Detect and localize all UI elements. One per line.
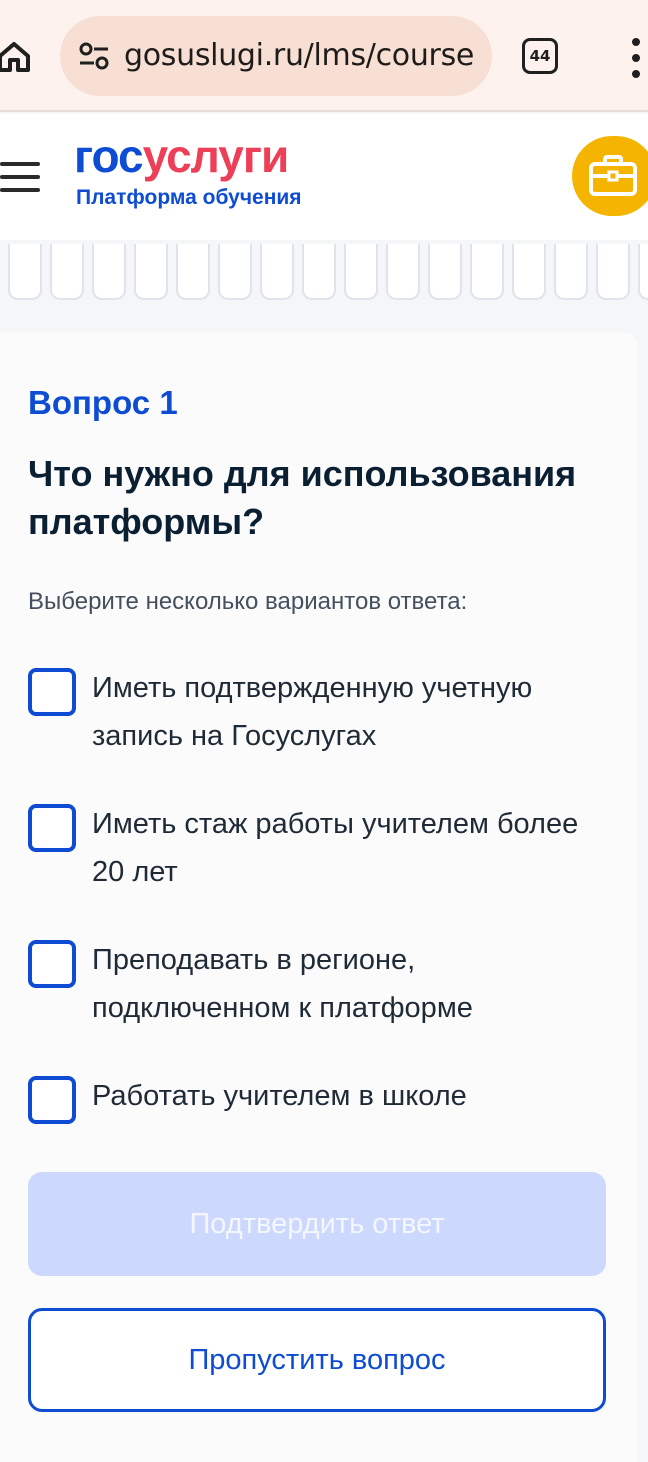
- browser-toolbar: gosuslugi.ru/lms/courses 44: [0, 0, 648, 112]
- briefcase-icon: [589, 155, 637, 196]
- answer-option-label[interactable]: Преподавать в регионе, подключенном к пл…: [92, 936, 612, 1032]
- question-progress-cell[interactable]: [470, 244, 504, 300]
- question-title: Что нужно для использования платформы?: [28, 453, 577, 542]
- answer-option-label[interactable]: Работать учителем в школе: [92, 1072, 612, 1120]
- question-progress-cell[interactable]: [512, 244, 546, 300]
- site-header: госуслуги Платформа обучения: [0, 114, 648, 240]
- question-progress-cell[interactable]: [386, 244, 420, 300]
- gosuslugi-logo[interactable]: госуслуги: [74, 130, 290, 182]
- checkbox[interactable]: [28, 1076, 76, 1124]
- checkbox[interactable]: [28, 940, 76, 988]
- question-progress-cell[interactable]: [260, 244, 294, 300]
- portfolio-button[interactable]: [572, 136, 648, 216]
- question-progress-cell[interactable]: [302, 244, 336, 300]
- question-progress-cell[interactable]: [428, 244, 462, 300]
- question-progress: [0, 240, 648, 310]
- home-icon[interactable]: [0, 36, 34, 76]
- tab-switcher-button[interactable]: 44: [522, 38, 558, 74]
- question-progress-cell[interactable]: [8, 244, 42, 300]
- question-progress-cell[interactable]: [218, 244, 252, 300]
- logo-part-2: услуги: [142, 130, 290, 182]
- question-progress-cell[interactable]: [176, 244, 210, 300]
- address-bar[interactable]: gosuslugi.ru/lms/courses: [60, 16, 492, 96]
- question-progress-cell[interactable]: [134, 244, 168, 300]
- answer-option-label[interactable]: Иметь подтвержденную учетную запись на Г…: [92, 664, 612, 760]
- question-progress-cell[interactable]: [596, 244, 630, 300]
- logo-part-1: гос: [74, 130, 144, 182]
- tune-icon[interactable]: [78, 42, 110, 70]
- question-number: Вопрос 1: [28, 384, 178, 421]
- confirm-answer-button[interactable]: Подтвердить ответ: [28, 1172, 606, 1276]
- question-progress-cell[interactable]: [92, 244, 126, 300]
- question-progress-cell[interactable]: [638, 244, 648, 300]
- question-progress-cell[interactable]: [344, 244, 378, 300]
- checkbox[interactable]: [28, 668, 76, 716]
- question-progress-cell[interactable]: [554, 244, 588, 300]
- url-text[interactable]: gosuslugi.ru/lms/courses: [124, 36, 474, 76]
- skip-question-button[interactable]: Пропустить вопрос: [28, 1308, 606, 1412]
- answer-option-label[interactable]: Иметь стаж работы учителем более 20 лет: [92, 800, 612, 896]
- question-hint: Выберите несколько вариантов ответа:: [28, 588, 468, 615]
- hamburger-icon[interactable]: [0, 162, 40, 192]
- platform-subtitle: Платформа обучения: [76, 186, 302, 209]
- checkbox[interactable]: [28, 804, 76, 852]
- more-vert-icon[interactable]: [624, 36, 648, 80]
- question-progress-cell[interactable]: [50, 244, 84, 300]
